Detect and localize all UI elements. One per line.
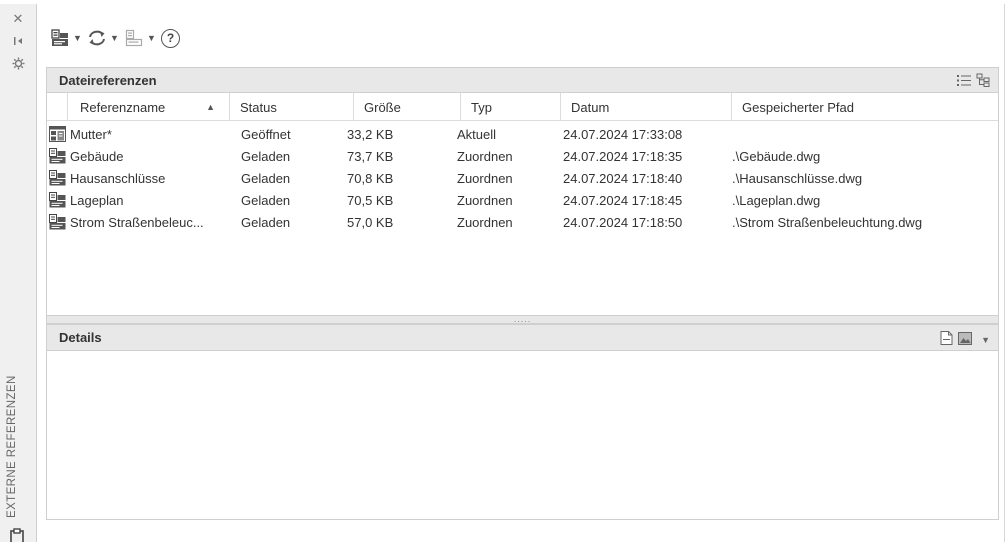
table-row[interactable]: Strom Straßenbeleuc... Geladen 57,0 KB Z… [47, 211, 998, 233]
table-row[interactable]: Hausanschlüsse Geladen 70,8 KB Zuordnen … [47, 167, 998, 189]
tree-view-icon[interactable] [976, 73, 990, 90]
chevron-down-icon[interactable]: ▼ [147, 33, 156, 43]
clipboard-icon [10, 528, 24, 542]
table-row[interactable]: Lageplan Geladen 70,5 KB Zuordnen 24.07.… [47, 189, 998, 211]
reference-size: 33,2 KB [347, 126, 394, 142]
refresh-icon [87, 28, 107, 48]
reference-name: Mutter* [70, 126, 112, 142]
palette-sidebar: ✕ EXTERNE REFERENZEN [0, 4, 37, 542]
reference-path: .\Hausanschlüsse.dwg [732, 170, 863, 186]
column-label: Gespeicherter Pfad [742, 99, 855, 115]
refresh-button[interactable]: ▼ [87, 26, 119, 50]
reference-path: .\Lageplan.dwg [732, 192, 821, 208]
autohide-icon[interactable] [10, 33, 26, 49]
reference-type: Zuordnen [457, 148, 513, 164]
column-status[interactable]: Status [229, 93, 353, 121]
reference-date: 24.07.2024 17:18:45 [563, 192, 683, 208]
help-button[interactable]: ? [161, 26, 180, 50]
file-references-header: Dateireferenzen [46, 67, 999, 93]
details-panel [46, 351, 999, 520]
toolbar: ▼ ▼ ▼ ? [50, 24, 186, 52]
panel-splitter[interactable]: ..... [46, 315, 999, 324]
sort-ascending-icon: ▲ [206, 102, 215, 112]
reference-date: 24.07.2024 17:18:35 [563, 148, 683, 164]
reference-path: .\Gebäude.dwg [732, 148, 821, 164]
reference-type: Zuordnen [457, 170, 513, 186]
reference-size: 73,7 KB [347, 148, 394, 164]
file-references-title: Dateireferenzen [59, 72, 157, 88]
xref-attach-icon [49, 192, 66, 208]
reference-status: Geladen [241, 148, 291, 164]
preview-view-icon[interactable] [958, 331, 973, 348]
reference-size: 57,0 KB [347, 214, 394, 230]
reference-size: 70,8 KB [347, 170, 394, 186]
chevron-down-icon[interactable]: ▼ [73, 33, 82, 43]
column-label: Status [240, 99, 277, 115]
table-row[interactable]: Mutter* Geöffnet 33,2 KB Aktuell 24.07.2… [47, 123, 998, 145]
help-icon: ? [161, 28, 180, 48]
xref-attach-icon [49, 170, 66, 186]
file-references-list: Referenzname ▲ Status Größe Typ Datum Ge… [46, 93, 999, 315]
palette-content: ▼ ▼ ▼ ? Dateireferenzen Referenzname ▲ S… [37, 4, 1005, 542]
reference-type: Zuordnen [457, 214, 513, 230]
details-header: Details ▼ [46, 324, 999, 351]
reference-name: Strom Straßenbeleuc... [70, 214, 204, 230]
chevron-down-icon[interactable]: ▼ [981, 335, 990, 345]
column-label: Typ [471, 99, 492, 115]
reference-status: Geöffnet [241, 126, 291, 142]
details-view-icon[interactable] [940, 331, 953, 348]
attach-dwg-icon [50, 28, 70, 48]
drawing-master-icon [49, 126, 66, 142]
reference-date: 24.07.2024 17:18:40 [563, 170, 683, 186]
chevron-down-icon[interactable]: ▼ [110, 33, 119, 43]
column-header-row: Referenzname ▲ Status Größe Typ Datum Ge… [47, 93, 998, 121]
xref-attach-icon [49, 148, 66, 164]
reference-type: Aktuell [457, 126, 497, 142]
column-label: Referenzname [80, 99, 166, 115]
reference-name: Hausanschlüsse [70, 170, 166, 186]
reference-path: .\Strom Straßenbeleuchtung.dwg [732, 214, 923, 230]
details-title: Details [59, 330, 102, 345]
change-path-icon [124, 28, 144, 48]
column-reference-name[interactable]: Referenzname ▲ [67, 93, 229, 121]
close-icon[interactable]: ✕ [10, 10, 26, 26]
reference-date: 24.07.2024 17:18:50 [563, 214, 683, 230]
reference-status: Geladen [241, 192, 291, 208]
list-view-icon[interactable] [957, 74, 971, 90]
table-row[interactable]: Gebäude Geladen 73,7 KB Zuordnen 24.07.2… [47, 145, 998, 167]
reference-name: Gebäude [70, 148, 124, 164]
palette-title: EXTERNE REFERENZEN [6, 375, 18, 519]
column-saved-path[interactable]: Gespeicherter Pfad [731, 93, 998, 121]
column-type[interactable]: Typ [460, 93, 560, 121]
view-toggle [957, 73, 990, 90]
column-label: Größe [364, 99, 401, 115]
reference-date: 24.07.2024 17:33:08 [563, 126, 683, 142]
column-size[interactable]: Größe [353, 93, 460, 121]
xref-attach-icon [49, 214, 66, 230]
column-label: Datum [571, 99, 610, 115]
column-date[interactable]: Datum [560, 93, 731, 121]
reference-status: Geladen [241, 214, 291, 230]
reference-status: Geladen [241, 170, 291, 186]
change-path-button[interactable]: ▼ [124, 26, 156, 50]
details-view-toggle: ▼ [940, 331, 990, 348]
properties-icon[interactable] [10, 55, 26, 71]
reference-name: Lageplan [70, 192, 124, 208]
reference-size: 70,5 KB [347, 192, 394, 208]
attach-dwg-button[interactable]: ▼ [50, 26, 82, 50]
reference-type: Zuordnen [457, 192, 513, 208]
